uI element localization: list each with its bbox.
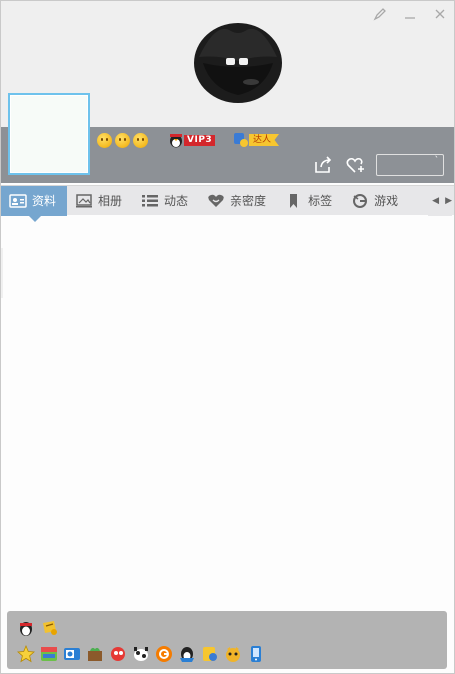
daren-label: 达人 <box>249 134 280 146</box>
lips-cover-art <box>194 23 282 103</box>
pet-icon[interactable] <box>109 645 127 663</box>
mobile-qq-icon[interactable] <box>247 645 265 663</box>
mail-icon[interactable] <box>63 645 81 663</box>
daren-icon <box>234 133 248 147</box>
avatar[interactable] <box>8 93 90 175</box>
profile-window: VIP3 达人 ` 资料 相册 动态 亲密度 标签 游戏 ◀ ▶ <box>0 0 455 674</box>
window-controls <box>372 7 448 23</box>
farm-icon[interactable] <box>86 645 104 663</box>
heart-icon <box>208 194 224 207</box>
profile-actions: ` <box>312 154 444 176</box>
daren-badge[interactable]: 达人 <box>233 132 280 148</box>
list-icon <box>142 194 159 206</box>
tab-games[interactable]: 游戏 <box>343 186 409 216</box>
tab-bar: 资料 相册 动态 亲密度 标签 游戏 ◀ ▶ <box>1 185 454 222</box>
cow-icon[interactable] <box>132 645 150 663</box>
vip-label: VIP3 <box>184 134 216 146</box>
service-icon-bar <box>7 611 447 669</box>
qq-penguin-icon <box>170 134 182 148</box>
pet-cat-icon[interactable] <box>224 645 242 663</box>
sun-level-icon[interactable] <box>133 133 148 148</box>
tab-scroll-nav: ◀ ▶ <box>428 186 452 216</box>
sun-level-icon[interactable] <box>97 133 112 148</box>
vip-badge[interactable]: VIP3 <box>169 132 216 148</box>
vip-card-icon[interactable] <box>41 619 59 637</box>
tab-intimacy[interactable]: 亲密度 <box>199 186 277 216</box>
close-icon[interactable] <box>432 7 448 23</box>
photo-album-icon <box>76 193 93 207</box>
game-center-icon[interactable] <box>155 645 173 663</box>
tab-prev-icon[interactable]: ◀ <box>432 196 439 206</box>
bookmark-icon <box>290 193 298 208</box>
skin-icon[interactable] <box>372 7 388 23</box>
sun-level-icon[interactable] <box>115 133 130 148</box>
share-icon[interactable] <box>312 154 334 176</box>
tab-label: 资料 <box>32 194 57 208</box>
app-icon[interactable] <box>40 645 58 663</box>
tab-next-icon[interactable]: ▶ <box>445 196 452 206</box>
tab-profile[interactable]: 资料 <box>1 185 68 222</box>
tab-label: 动态 <box>164 194 189 208</box>
tab-album[interactable]: 相册 <box>67 186 133 216</box>
tab-feed[interactable]: 动态 <box>133 186 199 216</box>
penguin-run-icon[interactable] <box>178 645 196 663</box>
tab-label: 亲密度 <box>230 194 267 208</box>
game-icon <box>353 193 368 208</box>
tab-label: 相册 <box>98 194 123 208</box>
yellow-diamond-icon[interactable] <box>201 645 219 663</box>
profile-card-icon <box>9 193 27 208</box>
tab-label: 游戏 <box>374 194 399 208</box>
minimize-icon[interactable] <box>402 7 418 23</box>
tab-label: 标签 <box>308 194 333 208</box>
content-edge <box>1 248 3 298</box>
star-icon[interactable] <box>17 644 35 663</box>
tab-tags[interactable]: 标签 <box>277 186 343 216</box>
level-icons <box>97 133 148 148</box>
qq-penguin-service-icon[interactable] <box>17 619 35 637</box>
action-box[interactable]: ` <box>376 154 444 176</box>
add-friend-heart-icon[interactable] <box>344 154 366 176</box>
